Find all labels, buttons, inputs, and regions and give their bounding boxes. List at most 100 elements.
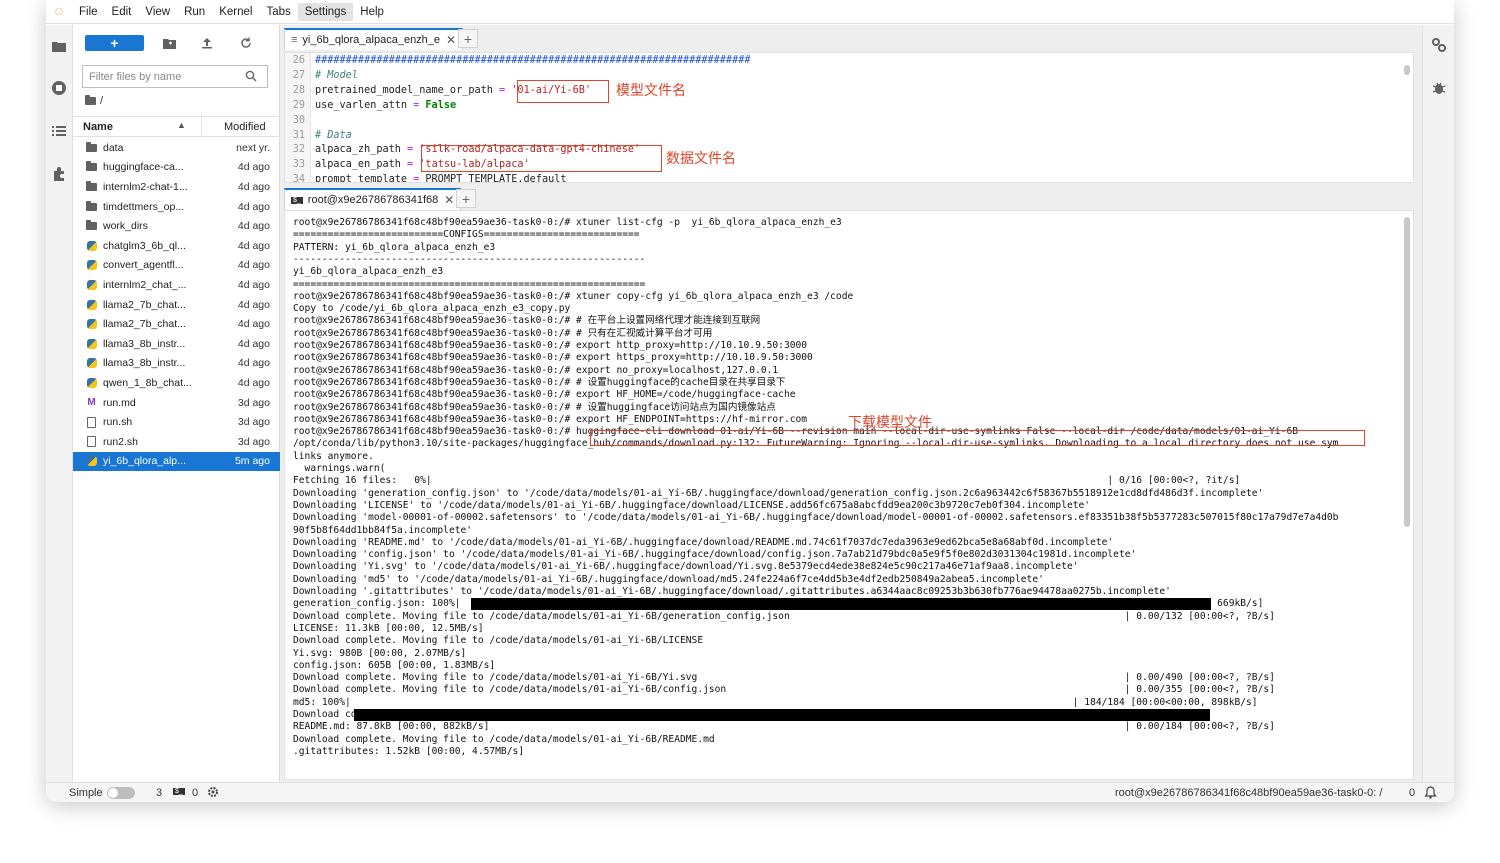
- table-of-contents-icon[interactable]: [50, 122, 68, 140]
- file-list-item[interactable]: chatglm3_6b_ql... 4d ago: [73, 236, 280, 256]
- file-list-item[interactable]: llama2_7b_chat... 4d ago: [73, 295, 280, 315]
- file-list-item[interactable]: llama3_8b_instr... 4d ago: [73, 334, 280, 354]
- name-column-header[interactable]: Name: [83, 121, 113, 133]
- file-filter-input[interactable]: Filter files by name: [82, 65, 268, 88]
- file-modified: 4d ago: [237, 239, 270, 252]
- menu-run[interactable]: Run: [177, 3, 212, 21]
- folder-icon: [85, 95, 96, 105]
- file-name: llama2_7b_chat...: [103, 318, 186, 331]
- folder-icon: [85, 141, 98, 152]
- file-list-header: Name ▲ Modified: [73, 116, 280, 137]
- terminal-line: root@x9e26786786341f68c48bf90ea59ae36-ta…: [293, 340, 808, 351]
- settings-gear-icon[interactable]: [207, 786, 219, 801]
- line-number: 32: [292, 144, 305, 156]
- terminal-line: Downloading 'Yi.svg' to '/code/data/mode…: [293, 561, 1079, 573]
- running-sessions-icon[interactable]: [50, 79, 68, 97]
- file-list-item[interactable]: yi_6b_qlora_alp... 5m ago: [73, 451, 280, 472]
- refresh-icon[interactable]: [238, 35, 254, 51]
- kernel-count[interactable]: 3: [156, 787, 162, 799]
- terminal-line: .gitattributes: 1.52kB [00:00, 4.57MB/s]: [293, 745, 525, 757]
- code-line: 31 # Data: [285, 130, 352, 145]
- data-name-annotation: 数据文件名: [666, 151, 736, 167]
- upload-icon[interactable]: [199, 35, 215, 51]
- file-list-item[interactable]: run2.sh 3d ago: [73, 432, 280, 452]
- file-list-item[interactable]: timdettmers_op... 4d ago: [73, 197, 280, 217]
- file-list-item[interactable]: internlm2-chat-1... 4d ago: [73, 177, 280, 197]
- editor-tab[interactable]: ≡ yi_6b_qlora_alpaca_enzh_e ✕: [284, 28, 464, 50]
- menu-file[interactable]: File: [72, 3, 105, 21]
- add-terminal-tab-button[interactable]: +: [456, 189, 476, 208]
- menu-help[interactable]: Help: [353, 3, 391, 21]
- breadcrumb[interactable]: /: [85, 95, 103, 107]
- file-browser-toolbar: +: [73, 25, 280, 61]
- file-name: data: [103, 141, 124, 154]
- modified-column-header[interactable]: Modified: [201, 117, 280, 136]
- file-name: yi_6b_qlora_alp...: [103, 455, 186, 468]
- terminal-output[interactable]: root@x9e26786786341f68c48bf90ea59ae36-ta…: [284, 210, 1414, 780]
- menu-settings[interactable]: Settings: [297, 2, 354, 21]
- file-modified: 4d ago: [237, 337, 270, 350]
- text-file-icon: [85, 436, 98, 448]
- python-file-icon: [85, 358, 98, 369]
- terminal-count[interactable]: 0: [192, 787, 198, 799]
- folder-icon[interactable]: [50, 37, 68, 55]
- bell-icon[interactable]: [1424, 786, 1437, 802]
- menu-tabs[interactable]: Tabs: [259, 3, 297, 21]
- file-list-item[interactable]: run.sh 3d ago: [73, 412, 280, 432]
- line-number: 29: [292, 99, 305, 111]
- editor-scrollbar[interactable]: [1404, 65, 1410, 75]
- file-modified: 3d ago: [237, 416, 270, 429]
- terminal-line: Download complete. Moving file to /code/…: [293, 672, 1275, 684]
- terminal-line: Download complete. Moving file to /code/…: [293, 684, 1275, 696]
- notification-count[interactable]: 0: [1409, 787, 1415, 799]
- line-number: 30: [292, 114, 305, 126]
- file-name: timdettmers_op...: [103, 200, 185, 213]
- debugger-bug-icon[interactable]: [1431, 80, 1447, 99]
- terminal-tab[interactable]: $_ root@x9e26786786341f68 ✕: [284, 188, 462, 210]
- breadcrumb-root[interactable]: /: [100, 95, 103, 107]
- python-file-icon: [85, 260, 98, 271]
- terminal-line: LICENSE: 11.3kB [00:00, 12.5MB/s]: [293, 622, 484, 634]
- terminal-line: root@x9e26786786341f68c48bf90ea59ae36-ta…: [293, 327, 713, 339]
- file-list-item[interactable]: llama2_7b_chat... 4d ago: [73, 314, 280, 334]
- terminal-line: ==========================CONFIGS=======…: [293, 229, 640, 241]
- file-list-item[interactable]: Mrun.md 3d ago: [73, 393, 280, 413]
- extensions-icon[interactable]: [50, 165, 68, 183]
- code-line: 29 use_varlen_attn = False: [285, 100, 456, 115]
- line-number: 31: [292, 129, 305, 141]
- file-name: internlm2_chat_...: [103, 278, 187, 291]
- menu-view[interactable]: View: [138, 3, 177, 21]
- file-list-item[interactable]: data next yr.: [73, 138, 280, 158]
- add-tab-button[interactable]: +: [458, 29, 478, 48]
- model-name-annotation: 模型文件名: [616, 83, 686, 99]
- close-icon[interactable]: ✕: [444, 193, 454, 207]
- terminal-line: root@x9e26786786341f68c48bf90ea59ae36-ta…: [293, 401, 776, 413]
- file-list-item[interactable]: llama3_8b_instr... 4d ago: [73, 354, 280, 374]
- terminal-line: Download complete. Moving file to /code/…: [293, 635, 704, 647]
- file-list-item[interactable]: internlm2_chat_... 4d ago: [73, 275, 280, 295]
- file-name: work_dirs: [103, 220, 148, 233]
- python-file-icon: [85, 377, 98, 388]
- simple-mode-toggle[interactable]: [107, 787, 135, 799]
- file-browser-panel: + Filter files by name / Name ▲ Modified: [73, 25, 280, 782]
- terminal-scrollbar[interactable]: [1404, 217, 1410, 527]
- menu-edit[interactable]: Edit: [105, 3, 139, 21]
- right-activity-bar: [1422, 25, 1454, 782]
- file-list-item[interactable]: huggingface-ca... 4d ago: [73, 158, 280, 178]
- terminal-line: root@x9e26786786341f68c48bf90ea59ae36-ta…: [293, 389, 796, 401]
- new-launcher-button[interactable]: +: [85, 35, 144, 51]
- code-text: use_varlen_attn = False: [309, 100, 456, 115]
- menu-kernel[interactable]: Kernel: [212, 3, 259, 21]
- code-token: alpaca_en_path: [315, 159, 408, 171]
- file-list-item[interactable]: qwen_1_8b_chat... 4d ago: [73, 373, 280, 393]
- property-inspector-icon[interactable]: [1431, 37, 1447, 56]
- file-name: internlm2-chat-1...: [103, 180, 188, 193]
- sort-ascending-icon[interactable]: ▲: [177, 120, 186, 130]
- terminal-tab-bar: $_ root@x9e26786786341f68 ✕ +: [280, 185, 1422, 210]
- file-list-item[interactable]: convert_agentfl... 4d ago: [73, 256, 280, 276]
- terminal-line: Fetching 16 files: 0%| | 0/16 [00:00<?, …: [293, 475, 1241, 487]
- file-list-item[interactable]: work_dirs 4d ago: [73, 216, 280, 236]
- new-folder-icon[interactable]: [161, 35, 177, 51]
- close-icon[interactable]: ✕: [446, 33, 456, 47]
